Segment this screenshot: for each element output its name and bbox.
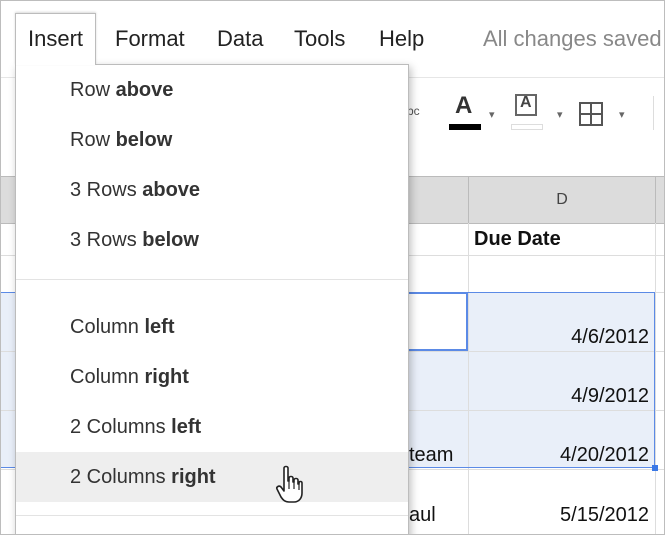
menu-item-row-above[interactable]: Row above (16, 65, 408, 115)
menu-item-emphasis: above (142, 179, 201, 201)
menu-item-prefix: 2 Columns (70, 416, 172, 438)
menu-item-prefix: 3 Rows (70, 229, 143, 251)
insert-menu-dropdown: Row above Row below 3 Rows above 3 Rows … (15, 64, 409, 534)
toolbar-divider (653, 96, 654, 130)
menu-item-column-right[interactable]: Column right (16, 352, 408, 402)
menu-insert[interactable]: Insert (15, 13, 97, 65)
menu-separator (16, 515, 408, 516)
menu-item-2-columns-left[interactable]: 2 Columns left (16, 402, 408, 452)
menu-help[interactable]: Help (367, 17, 436, 61)
menu-item-prefix: Column (70, 316, 145, 338)
menu-item-2-columns-right[interactable]: 2 Columns right (16, 452, 408, 502)
spreadsheet-window: Insert Format Data Tools Help All change… (0, 0, 665, 535)
fill-color-button[interactable]: A (509, 92, 545, 130)
text-color-button[interactable]: A (447, 92, 483, 130)
menu-item-emphasis: right (144, 366, 189, 388)
fill-color-letter: A (520, 94, 532, 111)
menu-item-prefix: Row (70, 129, 116, 151)
menu-item-emphasis: left (171, 416, 202, 438)
menu-data[interactable]: Data (205, 17, 275, 61)
menu-tools[interactable]: Tools (282, 17, 357, 61)
text-color-swatch (449, 124, 481, 130)
menu-item-prefix: Column (70, 366, 145, 388)
fill-color-icon: A (515, 94, 537, 116)
caret-down-icon[interactable]: ▾ (619, 108, 625, 121)
fill-handle[interactable] (652, 465, 658, 471)
menu-item-column-left[interactable]: Column left (16, 302, 408, 352)
due-date-cell[interactable]: 4/9/2012 (471, 385, 649, 408)
menu-item-emphasis: below (142, 229, 199, 251)
borders-grid-icon[interactable] (579, 102, 603, 126)
due-date-cell[interactable]: 4/20/2012 (471, 444, 649, 467)
menu-separator (16, 279, 408, 280)
menu-item-3-rows-below[interactable]: 3 Rows below (16, 215, 408, 265)
menu-bar: Insert Format Data Tools Help All change… (1, 1, 664, 65)
menu-item-emphasis: left (144, 316, 175, 338)
menu-item-emphasis: below (115, 129, 173, 151)
menu-item-prefix: Row (70, 79, 116, 101)
active-cell[interactable] (406, 292, 468, 351)
cell-text[interactable]: team (409, 444, 453, 467)
save-status: All changes saved (483, 26, 662, 51)
due-date-header-cell[interactable]: Due Date (474, 223, 561, 255)
menu-item-prefix: 2 Columns (70, 466, 172, 488)
caret-down-icon[interactable]: ▾ (489, 108, 495, 121)
due-date-cell[interactable]: 5/15/2012 (471, 504, 649, 527)
caret-down-icon[interactable]: ▾ (557, 108, 563, 121)
hand-pointer-icon (276, 465, 303, 503)
menu-format[interactable]: Format (103, 17, 197, 61)
grid-line (655, 223, 656, 534)
menu-item-row-below[interactable]: Row below (16, 115, 408, 165)
text-color-icon: A (455, 92, 473, 119)
menu-item-emphasis: right (171, 466, 216, 488)
due-date-cell[interactable]: 4/6/2012 (471, 326, 649, 349)
menu-item-emphasis: above (115, 79, 174, 101)
cell-text[interactable]: aul (409, 504, 436, 527)
menu-item-3-rows-above[interactable]: 3 Rows above (16, 165, 408, 215)
fill-color-swatch (511, 124, 543, 130)
column-header-d[interactable]: D (468, 177, 656, 223)
menu-item-prefix: 3 Rows (70, 179, 143, 201)
